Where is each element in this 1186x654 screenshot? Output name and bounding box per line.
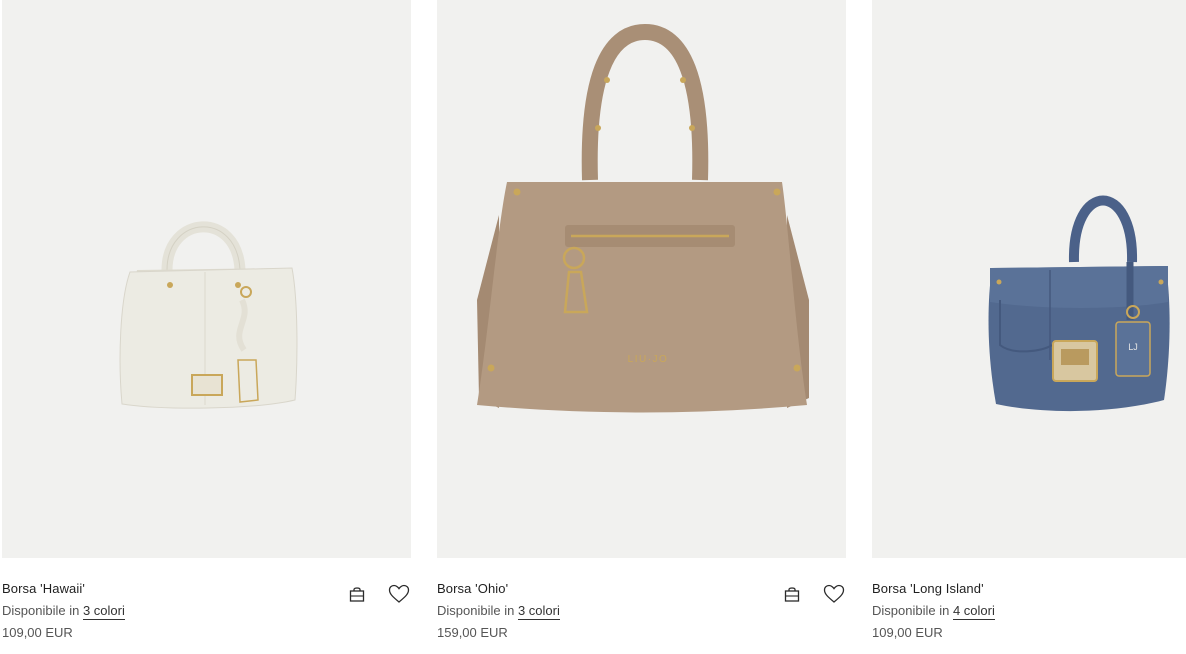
product-image[interactable]: LIU·JO	[437, 0, 846, 558]
shopping-bag-icon	[349, 587, 365, 602]
availability-text: Disponibile in 3 colori	[437, 603, 560, 620]
product-image[interactable]	[2, 0, 411, 558]
product-info: Borsa 'Ohio' Disponibile in 3 colori 159…	[437, 558, 846, 654]
white-handbag-image	[119, 221, 298, 409]
colors-link[interactable]: 3 colori	[517, 603, 560, 620]
product-info: Borsa 'Long Island' Disponibile in 4 col…	[872, 558, 1186, 654]
colors-link[interactable]: 3 colori	[82, 603, 125, 620]
product-price: 159,00 EUR	[437, 625, 508, 640]
tan-handbag-image: LIU·JO	[477, 23, 809, 413]
heart-icon	[388, 584, 410, 603]
product-price: 109,00 EUR	[2, 625, 73, 640]
wishlist-button[interactable]	[822, 582, 846, 606]
availability-label: Disponibile in	[2, 603, 80, 618]
product-card[interactable]: Borsa 'Hawaii' Disponibile in 3 colori 1…	[2, 0, 411, 654]
product-info: Borsa 'Hawaii' Disponibile in 3 colori 1…	[2, 558, 411, 654]
shopping-bag-icon	[784, 587, 800, 602]
brand-mark: LIU·JO	[628, 354, 669, 365]
product-title[interactable]: Borsa 'Ohio'	[437, 581, 508, 596]
wishlist-button[interactable]	[387, 582, 411, 606]
product-title[interactable]: Borsa 'Long Island'	[872, 581, 984, 596]
blue-handbag-image: LJ	[988, 195, 1170, 412]
product-price: 109,00 EUR	[872, 625, 943, 640]
add-to-cart-button[interactable]	[780, 582, 804, 606]
colors-link[interactable]: 4 colori	[952, 603, 995, 620]
product-image[interactable]: LJ	[872, 0, 1186, 558]
add-to-cart-button[interactable]	[345, 582, 369, 606]
brand-mark: LJ	[1128, 342, 1138, 352]
product-title[interactable]: Borsa 'Hawaii'	[2, 581, 85, 596]
availability-label: Disponibile in	[437, 603, 515, 618]
availability-text: Disponibile in 3 colori	[2, 603, 125, 620]
product-card[interactable]: LJ Borsa 'Long Island' Disponibile in 4 …	[872, 0, 1186, 654]
availability-label: Disponibile in	[872, 603, 950, 618]
product-card[interactable]: LIU·JO Borsa 'Ohio' Disponibile in 3 col…	[437, 0, 846, 654]
heart-icon	[823, 584, 845, 603]
availability-text: Disponibile in 4 colori	[872, 603, 995, 620]
